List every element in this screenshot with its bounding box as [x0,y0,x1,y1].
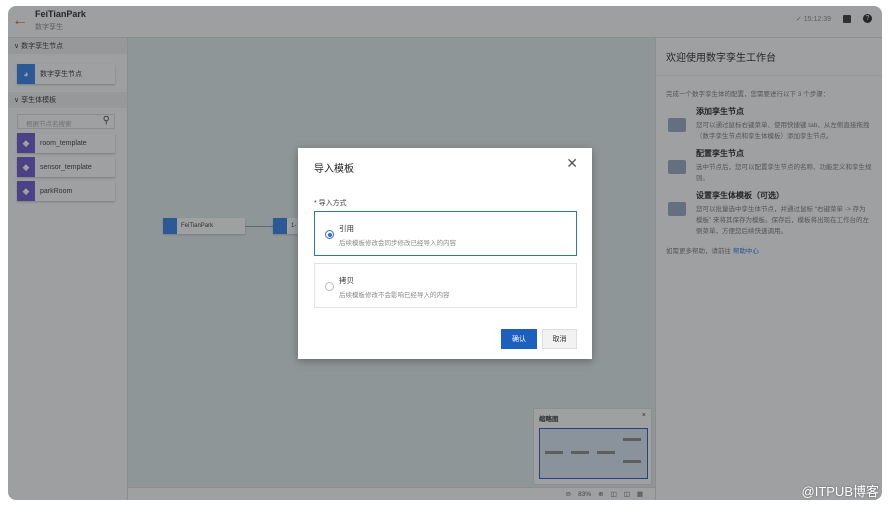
option-desc: 后续模板修改会同步修改已经导入的内容 [339,240,456,247]
watermark: @ITPUB博客 [801,484,879,499]
cancel-button[interactable]: 取消 [542,329,577,349]
option-desc: 后续模板修改不会影响已经导入的内容 [339,292,450,299]
import-mode-label: * 导入方式 [314,200,347,207]
import-template-dialog: 导入模板 ✕ * 导入方式 引用 后续模板修改会同步修改已经导入的内容 拷贝 后续模… [298,148,592,359]
confirm-button[interactable]: 确认 [501,329,537,349]
close-icon[interactable]: ✕ [566,155,578,172]
radio-selected[interactable] [325,230,334,239]
option-name: 拷贝 [339,276,354,285]
option-name: 引用 [339,224,354,233]
radio-unselected[interactable] [325,282,334,291]
option-reference[interactable]: 引用后续模板修改会同步修改已经导入的内容 [314,211,577,256]
dialog-title: 导入模板 [314,164,354,175]
option-copy[interactable]: 拷贝后续模板修改不会影响已经导入的内容 [314,263,577,308]
